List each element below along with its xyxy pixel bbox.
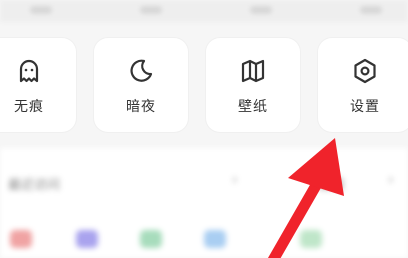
chevron-right-icon[interactable]: › bbox=[388, 172, 394, 188]
book-icon bbox=[238, 56, 268, 86]
site-icon[interactable] bbox=[204, 230, 226, 248]
settings-button[interactable]: 设置 bbox=[318, 38, 408, 132]
site-icon[interactable] bbox=[10, 230, 32, 248]
ghost-icon bbox=[14, 56, 44, 86]
top-blurred-strip bbox=[0, 0, 408, 22]
night-mode-label: 暗夜 bbox=[126, 99, 156, 115]
chevron-right-icon[interactable]: › bbox=[232, 172, 238, 188]
section-title: 最近访问 bbox=[8, 178, 61, 193]
moon-icon bbox=[126, 56, 156, 86]
night-mode-button[interactable]: 暗夜 bbox=[94, 38, 188, 132]
settings-label: 设置 bbox=[350, 99, 380, 115]
hexagon-gear-icon bbox=[350, 56, 380, 86]
wallpaper-button[interactable]: 壁纸 bbox=[206, 38, 300, 132]
recent-visits-section: 最近访问 › 编辑 › bbox=[0, 148, 408, 258]
wallpaper-label: 壁纸 bbox=[238, 99, 268, 115]
site-icon[interactable] bbox=[76, 230, 98, 248]
section-more-label[interactable]: 编辑 bbox=[318, 174, 344, 193]
site-icon[interactable] bbox=[300, 230, 322, 248]
site-icon[interactable] bbox=[140, 230, 162, 248]
incognito-mode-button[interactable]: 无痕 bbox=[0, 38, 76, 132]
incognito-label: 无痕 bbox=[14, 99, 44, 115]
